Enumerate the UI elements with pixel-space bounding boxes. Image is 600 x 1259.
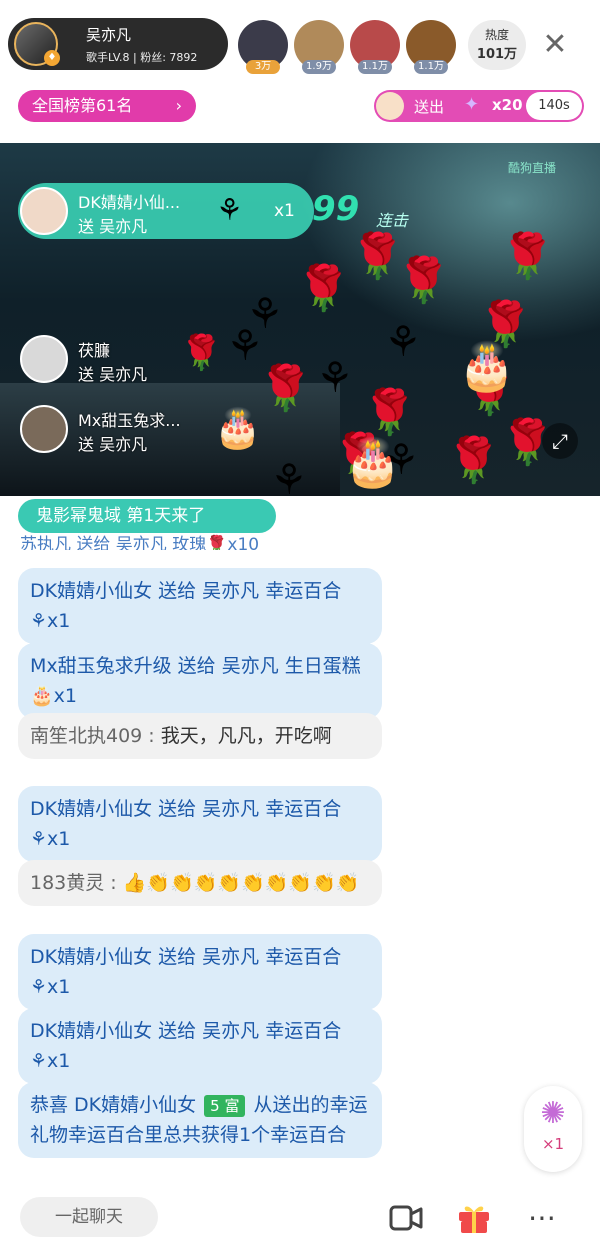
- sender-avatar: [20, 335, 68, 383]
- fullscreen-icon[interactable]: ⤢: [542, 423, 578, 459]
- cake-icon: 🎂: [30, 685, 54, 707]
- chat-message: Mx甜玉兔求升级 送给 吴亦凡 生日蛋糕 🎂x1: [18, 643, 382, 719]
- message-suffix: x1: [47, 610, 71, 632]
- lily-icon: ⚘: [316, 353, 354, 402]
- sender-name: Mx甜玉兔求...: [78, 411, 181, 430]
- gift-box-icon[interactable]: [452, 1196, 496, 1240]
- lily-icon: ⚘: [30, 976, 48, 998]
- message-suffix: x1: [47, 976, 71, 998]
- chevron-right-icon: ›: [175, 96, 182, 115]
- sender-avatar: [376, 92, 404, 120]
- chat-input[interactable]: 一起聊天: [20, 1197, 158, 1237]
- gift-action: 送 吴亦凡: [78, 217, 148, 236]
- sender-avatar: [20, 405, 68, 453]
- message-suffix: x1: [47, 828, 71, 850]
- viewer-contribution: 3万: [246, 60, 280, 74]
- rose-icon: 🌹: [180, 333, 223, 373]
- rank-label: 全国榜第61名: [32, 96, 133, 115]
- user-entered-banner: 鬼影幂鬼域 第1天来了: [18, 499, 276, 533]
- viewer-contribution: 1.9万: [302, 60, 336, 74]
- lily-gift-icon: ⚘: [216, 193, 243, 228]
- gift-action: 送 吴亦凡: [78, 435, 148, 454]
- viewer-contribution: 1.1万: [358, 60, 392, 74]
- message-user[interactable]: 南笙北执409 :: [30, 725, 161, 747]
- chat-message: DK婧婧小仙女 送给 吴亦凡 幸运百合 ⚘x1: [18, 786, 382, 862]
- firework-gift-icon: ✺: [540, 1096, 566, 1131]
- combo-number: 99: [312, 189, 360, 229]
- gift-sent-pill[interactable]: 送出 ✦ x20 140s: [374, 90, 584, 122]
- lily-icon: ⚘: [30, 610, 48, 632]
- video-camera-icon[interactable]: [384, 1196, 428, 1240]
- gift-action: 送 吴亦凡: [78, 365, 148, 384]
- host-name: 吴亦凡: [86, 26, 132, 44]
- chat-message: 183黄灵 : 👍👏👏👏👏👏👏👏👏👏: [18, 860, 382, 906]
- message-text: Mx甜玉兔求升级 送给 吴亦凡 生日蛋糕: [30, 655, 361, 677]
- rose-icon: 🌹: [500, 231, 555, 282]
- gift-notification[interactable]: DK婧婧小仙... 送 吴亦凡 ⚘ x1: [18, 183, 314, 239]
- live-video[interactable]: 酷狗直播 99 连击 DK婧婧小仙... 送 吴亦凡 ⚘ x1 茯臁 送 吴亦凡…: [0, 143, 600, 496]
- lily-icon: ⚘: [384, 317, 422, 366]
- combo-label: 连击: [376, 211, 409, 230]
- message-text: 👍👏👏👏👏👏👏👏👏👏: [122, 872, 360, 894]
- lily-icon: ⚘: [270, 455, 308, 497]
- sender-name: DK婧婧小仙...: [78, 193, 181, 212]
- more-icon[interactable]: ⋯: [520, 1196, 564, 1240]
- message-text: 恭喜 DK婧婧小仙女: [30, 1094, 203, 1116]
- sent-label: 送出: [414, 98, 445, 116]
- chat-message-system: 恭喜 DK婧婧小仙女 5 富 从送出的幸运礼物幸运百合里总共获得1个幸运百合: [18, 1082, 382, 1158]
- sender-avatar: [20, 187, 68, 235]
- message-text: DK婧婧小仙女 送给 吴亦凡 幸运百合: [30, 798, 342, 820]
- top-viewer-avatar[interactable]: 3万: [238, 20, 288, 74]
- heat-value: 101万: [476, 47, 518, 62]
- rose-icon: 🌹: [258, 363, 313, 414]
- rich-level-badge: 5 富: [204, 1095, 246, 1117]
- gift-notification[interactable]: Mx甜玉兔求... 送 吴亦凡 🎂: [18, 401, 278, 457]
- top-viewer-avatar[interactable]: 1.9万: [294, 20, 344, 74]
- verified-badge-icon: ♦: [44, 50, 60, 66]
- message-suffix: x1: [47, 1050, 71, 1072]
- message-text: DK婧婧小仙女 送给 吴亦凡 幸运百合: [30, 1020, 342, 1042]
- message-text: 我天，凡凡，开吃啊: [160, 725, 332, 747]
- lily-icon: ⚘: [30, 828, 48, 850]
- message-text: DK婧婧小仙女 送给 吴亦凡 幸运百合: [30, 946, 342, 968]
- close-icon[interactable]: ✕: [540, 30, 570, 60]
- chat-message: DK婧婧小仙女 送给 吴亦凡 幸运百合 ⚘x1: [18, 934, 382, 1010]
- gift-timer: 140s: [526, 92, 582, 120]
- heat-label: 热度: [484, 28, 509, 42]
- top-viewer-avatar[interactable]: 1.1万: [406, 20, 456, 74]
- rose-icon: 🌹: [446, 435, 501, 486]
- rank-button[interactable]: 全国榜第61名 ›: [18, 90, 196, 122]
- host-info-card[interactable]: ♦ 吴亦凡 歌手LV.8 | 粉丝: 7892: [8, 18, 228, 70]
- message-suffix: x1: [53, 685, 78, 707]
- lily-icon: ⚘: [30, 1050, 48, 1072]
- sent-count: x20: [492, 96, 523, 114]
- quick-gift-button[interactable]: ✺ ×1: [524, 1086, 582, 1172]
- gift-count: x1: [274, 201, 295, 221]
- platform-watermark: 酷狗直播: [508, 161, 557, 175]
- viewer-contribution: 1.1万: [414, 60, 448, 74]
- wand-gift-icon: ✦: [464, 94, 480, 115]
- rose-icon: 🌹: [296, 263, 351, 314]
- lily-icon: ⚘: [226, 321, 264, 370]
- message-text: DK婧婧小仙女 送给 吴亦凡 幸运百合: [30, 580, 342, 602]
- cake-icon: 🎂: [458, 339, 516, 393]
- rose-icon: 🌹: [396, 255, 451, 306]
- chat-message: DK婧婧小仙女 送给 吴亦凡 幸运百合 ⚘x1: [18, 1008, 382, 1084]
- cake-gift-icon: 🎂: [214, 406, 262, 450]
- rose-icon: 🌹: [362, 387, 417, 438]
- sender-name: 茯臁: [78, 341, 111, 360]
- chat-message-partial: 苏执凡 送给 吴亦凡 玫瑰🌹x10: [20, 535, 260, 550]
- top-viewer-avatar[interactable]: 1.1万: [350, 20, 400, 74]
- heat-indicator[interactable]: 热度 101万: [468, 20, 526, 70]
- message-user[interactable]: 183黄灵 :: [30, 872, 123, 894]
- chat-message: 南笙北执409 : 我天，凡凡，开吃啊: [18, 713, 382, 759]
- gift-count: ×1: [541, 1135, 565, 1153]
- cake-icon: 🎂: [344, 435, 402, 489]
- host-level-fans: 歌手LV.8 | 粉丝: 7892: [86, 51, 198, 64]
- chat-message: DK婧婧小仙女 送给 吴亦凡 幸运百合 ⚘x1: [18, 568, 382, 644]
